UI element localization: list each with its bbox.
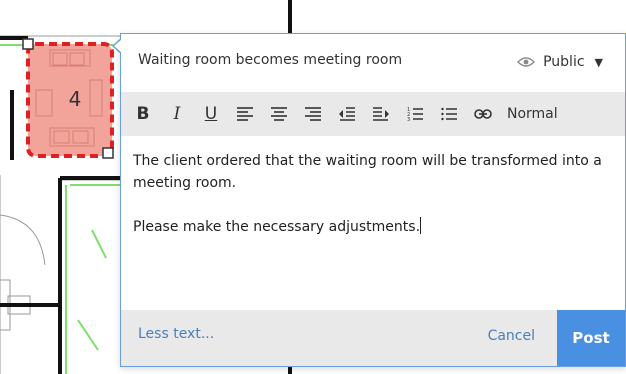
numbered-list-icon[interactable]: 123 xyxy=(403,100,427,128)
italic-button[interactable]: I xyxy=(165,100,189,128)
card-footer: Less text... Cancel Post xyxy=(121,310,625,366)
chevron-down-icon: ▼ xyxy=(594,55,603,69)
comment-body-editor[interactable]: The client ordered that the waiting room… xyxy=(133,150,603,238)
align-right-icon[interactable] xyxy=(301,100,325,128)
resize-handle-bottom-right[interactable] xyxy=(102,147,114,159)
body-paragraph-1: The client ordered that the waiting room… xyxy=(133,153,602,191)
resize-handle-top-left[interactable] xyxy=(22,38,34,50)
svg-text:3: 3 xyxy=(407,117,410,122)
room-number-label: 4 xyxy=(69,87,82,111)
visibility-dropdown[interactable]: Public ▼ xyxy=(517,50,603,74)
formatting-toolbar: B I U 123 Normal xyxy=(121,92,625,136)
format-dropdown[interactable]: Normal xyxy=(507,100,558,128)
visibility-label: Public xyxy=(543,54,585,70)
bullet-list-icon[interactable] xyxy=(437,100,461,128)
align-center-icon[interactable] xyxy=(267,100,291,128)
link-icon[interactable] xyxy=(471,100,495,128)
text-cursor xyxy=(420,217,422,234)
title-row: Waiting room becomes meeting room Public… xyxy=(121,34,625,92)
comment-title-input[interactable]: Waiting room becomes meeting room xyxy=(138,52,402,68)
bold-button[interactable]: B xyxy=(131,100,155,128)
less-text-link[interactable]: Less text... xyxy=(138,326,214,342)
comment-card: Waiting room becomes meeting room Public… xyxy=(120,33,626,367)
card-pointer-inner xyxy=(114,39,122,53)
underline-button[interactable]: U xyxy=(199,100,223,128)
eye-icon xyxy=(517,56,536,68)
indent-icon[interactable] xyxy=(369,100,393,128)
body-paragraph-2: Please make the necessary adjustments. xyxy=(133,216,603,238)
room-4[interactable]: 4 xyxy=(26,42,114,158)
align-left-icon[interactable] xyxy=(233,100,257,128)
post-button[interactable]: Post xyxy=(557,310,625,366)
body-paragraph-2-text: Please make the necessary adjustments. xyxy=(133,219,421,235)
cancel-button[interactable]: Cancel xyxy=(488,328,535,344)
outdent-icon[interactable] xyxy=(335,100,359,128)
